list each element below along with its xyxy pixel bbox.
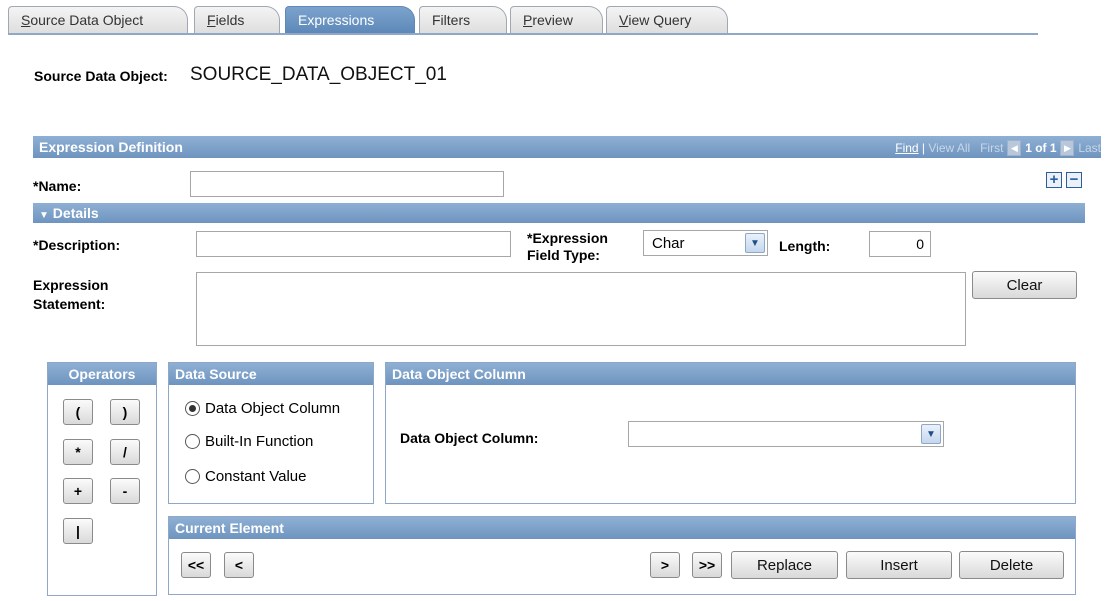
data-source-title: Data Source	[169, 363, 373, 385]
last-link: Last	[1078, 141, 1101, 155]
add-row-icon[interactable]: +	[1046, 172, 1062, 188]
tab-label: Filters	[432, 12, 471, 28]
find-link[interactable]: Find	[895, 141, 918, 155]
details-title: Details	[52, 205, 99, 221]
name-input[interactable]	[190, 171, 504, 197]
move-last-button[interactable]: >>	[692, 552, 722, 578]
delete-row-icon[interactable]: −	[1066, 172, 1082, 188]
data-object-column-label: Data Object Column:	[400, 430, 539, 446]
radio-data-object-column[interactable]: Data Object Column	[185, 400, 340, 417]
tab-label-accesskey: V	[619, 12, 629, 28]
insert-button[interactable]: Insert	[846, 551, 952, 579]
delete-button[interactable]: Delete	[959, 551, 1064, 579]
radio-circle-icon	[185, 401, 200, 416]
name-label: *Name:	[33, 178, 82, 194]
tab-label: iew Query	[628, 12, 692, 28]
field-type-value: Char	[652, 234, 685, 252]
replace-button[interactable]: Replace	[731, 551, 838, 579]
current-element-title: Current Element	[169, 517, 1075, 539]
length-input[interactable]	[869, 231, 931, 257]
tab-filters[interactable]: Filters	[419, 6, 507, 33]
expression-definition-title: Expression Definition	[39, 139, 183, 155]
tab-label-accesskey: F	[207, 12, 216, 28]
data-object-column-select[interactable]: ▼	[628, 421, 944, 447]
radio-built-in-function[interactable]: Built-In Function	[185, 433, 313, 450]
radio-label: Constant Value	[205, 468, 307, 485]
radio-constant-value[interactable]: Constant Value	[185, 468, 306, 485]
clear-button[interactable]: Clear	[972, 271, 1077, 299]
expression-definition-header: Expression Definition Find | View All Fi…	[33, 136, 1101, 158]
row-count: 1 of 1	[1025, 141, 1057, 155]
statement-label-line1: Expression	[33, 277, 109, 293]
source-data-object-value: SOURCE_DATA_OBJECT_01	[190, 64, 447, 85]
field-type-label-line1: *Expression	[527, 230, 608, 246]
length-label: Length:	[779, 238, 831, 254]
operator-open-paren-button[interactable]: (	[63, 399, 93, 425]
expression-field-type-label: *Expression Field Type:	[527, 230, 608, 264]
collapse-arrow-icon: ▼	[39, 210, 49, 221]
tab-preview[interactable]: Preview	[510, 6, 603, 33]
radio-circle-icon	[185, 469, 200, 484]
data-object-column-title: Data Object Column	[386, 363, 1075, 385]
operator-divide-button[interactable]: /	[110, 439, 140, 465]
radio-circle-icon	[185, 434, 200, 449]
details-header[interactable]: ▼ Details	[33, 203, 1085, 223]
tab-view-query[interactable]: View Query	[606, 6, 728, 33]
expression-statement-label: Expression Statement:	[33, 276, 108, 314]
field-type-label-line2: Field Type:	[527, 247, 600, 263]
operator-close-paren-button[interactable]: )	[110, 399, 140, 425]
tab-underline	[8, 33, 1038, 35]
source-data-object-label: Source Data Object:	[34, 68, 168, 84]
next-arrow-icon: ▶	[1060, 140, 1075, 157]
radio-label: Built-In Function	[205, 433, 314, 450]
operator-minus-button[interactable]: -	[110, 478, 140, 504]
operators-title: Operators	[48, 363, 156, 385]
tab-label: ields	[215, 12, 245, 28]
statement-label-line2: Statement:	[33, 296, 106, 312]
first-link: First	[980, 141, 1004, 155]
radio-selected-dot-icon	[189, 405, 196, 412]
move-next-button[interactable]: >	[650, 552, 680, 578]
tab-expressions[interactable]: Expressions	[285, 6, 415, 33]
tab-label-accesskey: P	[523, 12, 533, 28]
tab-label-accesskey: S	[21, 12, 31, 28]
row-navigation: Find | View All First ◀ 1 of 1 ▶ Last	[895, 140, 1101, 157]
previous-arrow-icon: ◀	[1007, 140, 1022, 157]
description-label: *Description:	[33, 237, 121, 253]
description-input[interactable]	[196, 231, 511, 257]
expression-field-type-select[interactable]: Char ▼	[643, 230, 768, 256]
operator-plus-button[interactable]: +	[63, 478, 93, 504]
expression-statement-textarea[interactable]	[196, 272, 966, 346]
tab-label: review	[532, 12, 573, 28]
operator-multiply-button[interactable]: *	[63, 439, 93, 465]
tab-label: Expressions	[298, 12, 375, 28]
tab-source-data-object[interactable]: Source Data Object	[8, 6, 188, 33]
tab-label: ource Data Object	[30, 12, 144, 28]
move-previous-button[interactable]: <	[224, 552, 254, 578]
tab-fields[interactable]: Fields	[194, 6, 280, 33]
chevron-down-icon: ▼	[745, 233, 765, 253]
operator-concat-button[interactable]: |	[63, 518, 93, 544]
radio-label: Data Object Column	[205, 400, 341, 417]
tab-bar: Source Data Object Fields Expressions Fi…	[8, 6, 1038, 34]
chevron-down-icon: ▼	[921, 424, 941, 444]
move-first-button[interactable]: <<	[181, 552, 211, 578]
view-all-link: View All	[928, 141, 971, 155]
